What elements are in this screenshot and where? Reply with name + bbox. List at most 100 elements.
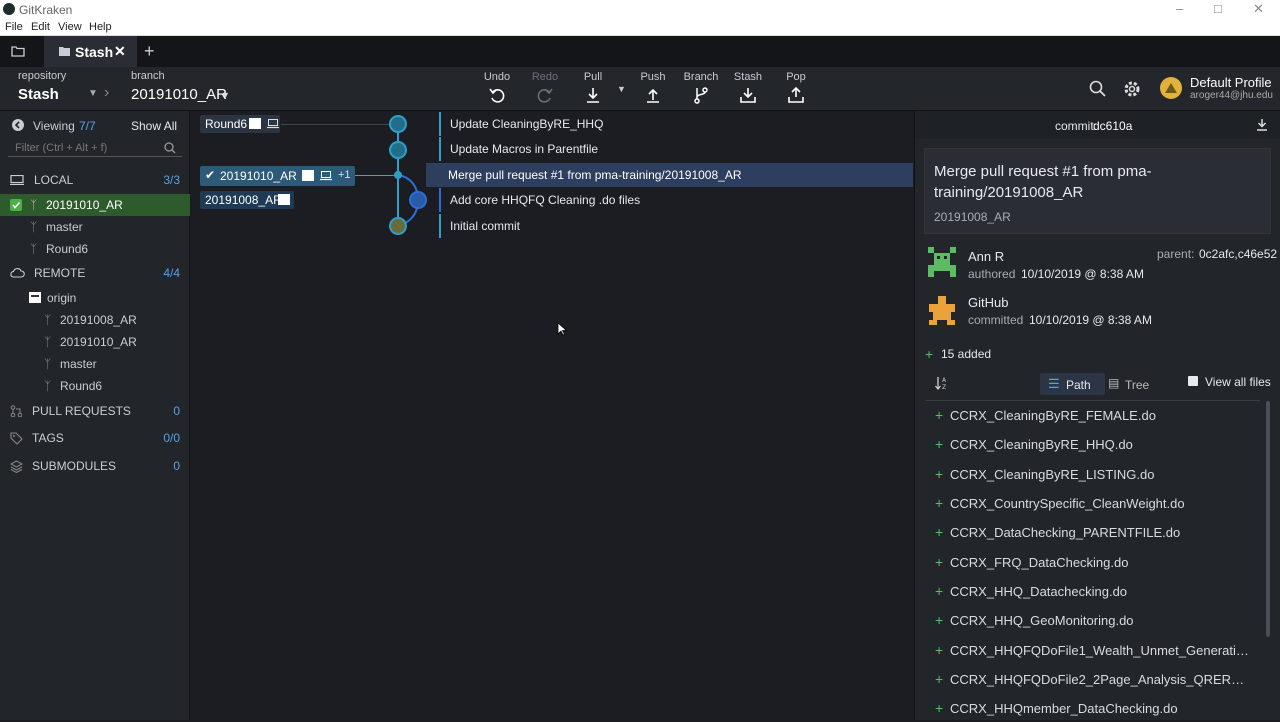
tags-section-header[interactable]: TAGS 0/0 [0, 427, 190, 449]
profile-email: aroger44@jhu.edu [1190, 90, 1273, 101]
file-row[interactable]: + CCRX_HHQmember_DataChecking.do [925, 695, 1260, 722]
file-row[interactable]: + CCRX_HHQFQDoFile1_Wealth_Unmet_Generati… [925, 637, 1260, 664]
remote-branch-label: 20191010_AR [60, 335, 137, 349]
branch-dropdown-icon[interactable]: ▼ [221, 90, 230, 100]
sidebar-item-remote-branch[interactable]: ᛉ Round6 [0, 375, 190, 397]
file-list-scrollbar[interactable] [1266, 401, 1270, 637]
local-section-header[interactable]: LOCAL 3/3 [0, 169, 190, 191]
pull-dropdown-icon[interactable]: ▼ [617, 84, 626, 94]
remote-section-header[interactable]: REMOTE 4/4 [0, 262, 190, 284]
view-all-checkbox[interactable] [1188, 376, 1198, 386]
redo-button[interactable]: Redo [521, 71, 569, 104]
close-window-button[interactable]: ✕ [1253, 1, 1264, 17]
stash-button[interactable]: Stash [724, 71, 772, 104]
search-icon[interactable] [1089, 80, 1107, 98]
gear-icon[interactable] [1123, 80, 1141, 98]
commit-message-title: Merge pull request #1 from pma-training/… [934, 163, 1152, 201]
maximize-button[interactable]: □ [1214, 1, 1222, 16]
filter-input[interactable]: Filter (Ctrl + Alt + f) [8, 139, 182, 157]
remote-count: 4/4 [163, 266, 180, 280]
menu-file[interactable]: File [5, 21, 23, 33]
repository-selector[interactable]: Stash [18, 86, 59, 103]
add-tab-button[interactable]: + [144, 41, 155, 62]
remote-branch-label: 20191008_AR [60, 313, 137, 327]
undo-button[interactable]: Undo [473, 71, 521, 104]
sidebar-item-remote-branch[interactable]: ᛉ 20191010_AR [0, 331, 190, 353]
author-name: Ann R [968, 249, 1005, 264]
sidebar-item-remote-branch[interactable]: ᛉ master [0, 353, 190, 375]
filter-search-icon [164, 142, 176, 154]
undo-icon [489, 88, 505, 103]
pull-button[interactable]: Pull [569, 71, 617, 104]
pop-button[interactable]: Pop [772, 71, 820, 104]
file-row[interactable]: + CCRX_HHQ_Datachecking.do [925, 578, 1260, 605]
committed-label: committed [968, 313, 1024, 327]
ref-label-round6[interactable]: Round6 [200, 115, 280, 133]
pull-requests-section-header[interactable]: PULL REQUESTS 0 [0, 400, 190, 422]
sidebar-item-local-branch[interactable]: ᛉ Round6 [0, 238, 190, 260]
parent-sha-link[interactable]: 0c2afc,c46e52 [1199, 247, 1277, 261]
mouse-cursor-icon [557, 322, 567, 336]
folder-icon[interactable] [11, 45, 25, 57]
commit-row[interactable]: Add core HHQFQ Cleaning .do files [439, 188, 913, 212]
tab-stash[interactable]: Stash ✕ [44, 36, 137, 67]
file-row[interactable]: + CCRX_HHQ_GeoMonitoring.do [925, 607, 1260, 634]
branch-button[interactable]: Branch [677, 71, 725, 104]
path-view-button[interactable]: ☰ Path [1040, 373, 1105, 395]
file-row[interactable]: + CCRX_CleaningByRE_HHQ.do [925, 431, 1260, 458]
file-row[interactable]: + CCRX_DataChecking_PARENTFILE.do [925, 519, 1260, 546]
sidebar-item-remote-branch[interactable]: ᛉ 20191008_AR [0, 309, 190, 331]
menu-view[interactable]: View [58, 21, 82, 33]
branch-label: Branch [683, 71, 719, 83]
back-arrow-icon[interactable] [12, 119, 24, 131]
minimize-button[interactable]: – [1176, 1, 1183, 16]
file-row[interactable]: + CCRX_HHQFQDoFile2_2Page_Analysis_QRERev… [925, 666, 1260, 693]
added-icon: + [935, 671, 944, 687]
push-button[interactable]: Push [629, 71, 677, 104]
pull-label: Pull [583, 71, 603, 83]
commit-row[interactable]: Initial commit [439, 214, 913, 238]
ref-label-other[interactable]: 20191008_AR [200, 191, 294, 209]
profile-name[interactable]: Default Profile [1190, 75, 1272, 90]
tags-count: 0/0 [163, 431, 180, 445]
repo-dropdown-icon[interactable]: ▼ [88, 88, 98, 99]
submodules-section-header[interactable]: SUBMODULES 0 [0, 455, 190, 477]
sidebar-item-local-branch[interactable]: ᛉ master [0, 216, 190, 238]
close-tab-icon[interactable]: ✕ [114, 43, 126, 60]
view-all-label[interactable]: View all files [1205, 375, 1271, 389]
commit-row[interactable]: Update CleaningByRE_HHQ [439, 112, 913, 136]
commit-detail-panel: commit: dc610a Merge pull request #1 fro… [914, 111, 1280, 720]
sidebar-item-remote-origin[interactable]: origin [0, 287, 190, 309]
remote-branch-label: Round6 [60, 379, 103, 393]
file-row[interactable]: + CCRX_CleaningByRE_FEMALE.do [925, 402, 1260, 429]
layers-icon [10, 460, 23, 473]
branch-selector[interactable]: 20191010_AR [131, 86, 227, 103]
file-name: CCRX_CleaningByRE_FEMALE.do [950, 408, 1156, 423]
sidebar-item-local-branch[interactable]: ᛉ 20191010_AR [0, 194, 190, 216]
file-row[interactable]: + CCRX_CountrySpecific_CleanWeight.do [925, 490, 1260, 517]
commit-message-body: 20191008_AR [934, 210, 1011, 224]
menu-edit[interactable]: Edit [31, 21, 50, 33]
file-row[interactable]: + CCRX_FRQ_DataChecking.do [925, 549, 1260, 576]
sort-icon[interactable]: AZ [935, 376, 949, 390]
commit-row[interactable]: Update Macros in Parentfile [439, 137, 913, 161]
commit-message-box[interactable]: Merge pull request #1 from pma-training/… [924, 148, 1271, 234]
commit-sha[interactable]: dc610a [1093, 119, 1132, 133]
ref-label-head[interactable]: ✔ 20191010_AR +1 [200, 166, 355, 186]
download-icon[interactable] [1256, 118, 1268, 131]
commit-row-selected[interactable]: Merge pull request #1 from pma-training/… [426, 163, 913, 187]
computer-icon [10, 175, 24, 185]
added-icon: + [935, 612, 944, 628]
window-title: GitKraken [19, 3, 73, 17]
branch-icon: ᛉ [30, 220, 38, 234]
viewing-count: 7/7 [79, 119, 96, 133]
tree-view-button[interactable]: ▤ Tree [1105, 373, 1169, 395]
added-icon: + [935, 554, 944, 570]
pop-icon [788, 86, 804, 103]
avatar[interactable] [1160, 77, 1182, 99]
extra-refs-count[interactable]: +1 [338, 169, 351, 181]
show-all-button[interactable]: Show All [131, 119, 177, 133]
menu-help[interactable]: Help [89, 21, 112, 33]
file-row[interactable]: + CCRX_CleaningByRE_LISTING.do [925, 461, 1260, 488]
tree-label: Tree [1125, 378, 1150, 392]
